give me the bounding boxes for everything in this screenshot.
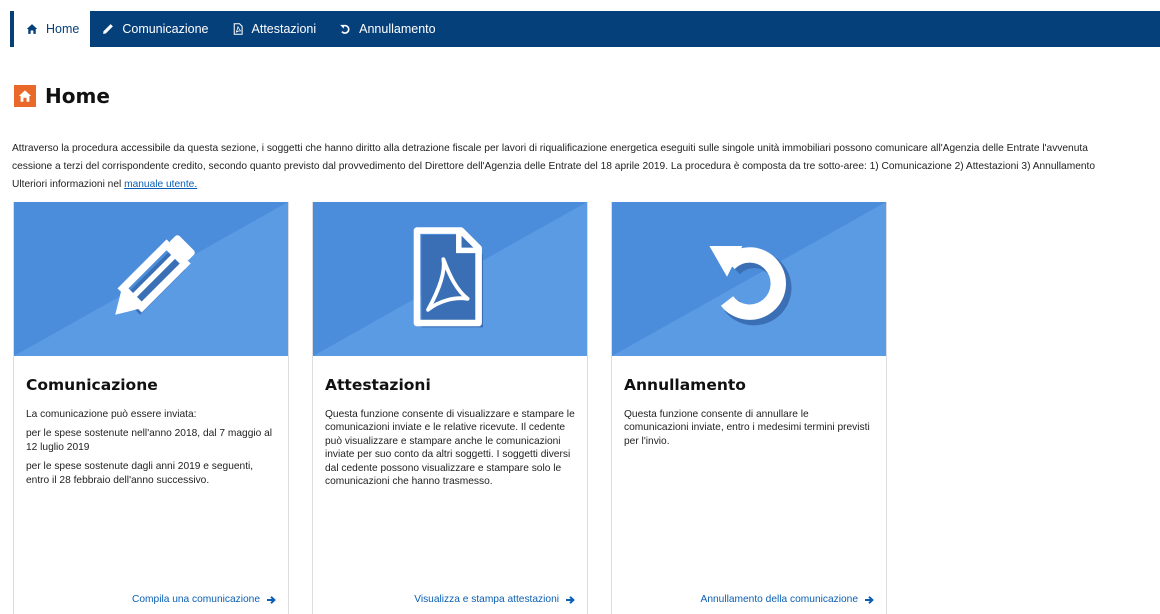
pdf-file-icon bbox=[231, 22, 245, 36]
card-title: Comunicazione bbox=[26, 376, 158, 394]
card-banner bbox=[14, 202, 288, 356]
arrow-right-icon bbox=[565, 595, 575, 605]
nav-item-label: Annullamento bbox=[359, 22, 436, 36]
card-annullamento: Annullamento Questa funzione consente di… bbox=[611, 202, 887, 614]
intro-line: cessione a terzi del corrispondente cred… bbox=[12, 160, 1096, 172]
card-paragraph: per le spese sostenute nell'anno 2018, d… bbox=[26, 428, 273, 453]
nav-item-label: Attestazioni bbox=[251, 22, 317, 36]
pencil-icon bbox=[115, 235, 195, 315]
card-title: Annullamento bbox=[624, 376, 746, 394]
arrow-right-icon bbox=[266, 595, 276, 605]
card-body: Questa funzione consente di annullare le… bbox=[612, 408, 886, 448]
nav-item-home[interactable]: Home bbox=[14, 11, 91, 47]
pdf-file-icon bbox=[413, 227, 483, 328]
page-title-text: Home bbox=[45, 84, 110, 108]
top-navbar: Home Comunicazione Attestazioni Annullam… bbox=[10, 11, 1160, 47]
compila-comunicazione-link[interactable]: Compila una comunicazione bbox=[132, 594, 276, 605]
card-comunicazione: Comunicazione La comunicazione può esser… bbox=[13, 202, 289, 614]
card-body: La comunicazione può essere inviata: per… bbox=[14, 408, 288, 487]
page-title: Home bbox=[14, 84, 110, 108]
nav-item-label: Home bbox=[46, 22, 80, 36]
more-info: Ulteriori informazioni nel manuale utent… bbox=[12, 179, 197, 190]
visualizza-attestazioni-link[interactable]: Visualizza e stampa attestazioni bbox=[414, 594, 575, 605]
card-paragraph: per le spese sostenute dagli anni 2019 e… bbox=[26, 461, 254, 486]
home-icon bbox=[14, 85, 36, 107]
undo-icon bbox=[338, 22, 352, 36]
manual-link[interactable]: manuale utente. bbox=[124, 179, 197, 190]
card-banner bbox=[313, 202, 587, 356]
intro-line: Attraverso la procedura accessibile da q… bbox=[12, 143, 1088, 154]
card-paragraph: La comunicazione può essere inviata: bbox=[26, 409, 197, 420]
nav-item-comunicazione[interactable]: Comunicazione bbox=[90, 11, 219, 47]
card-attestazioni: Attestazioni Questa funzione consente di… bbox=[312, 202, 588, 614]
more-info-prefix: Ulteriori informazioni nel bbox=[12, 179, 125, 190]
card-link-label: Compila una comunicazione bbox=[132, 594, 260, 605]
card-link-label: Visualizza e stampa attestazioni bbox=[414, 594, 559, 605]
card-title: Attestazioni bbox=[325, 376, 431, 394]
card-body: Questa funzione consente di visualizzare… bbox=[313, 408, 587, 488]
nav-item-attestazioni[interactable]: Attestazioni bbox=[220, 11, 328, 47]
card-paragraph: Questa funzione consente di visualizzare… bbox=[325, 409, 575, 488]
nav-item-annullamento[interactable]: Annullamento bbox=[327, 11, 446, 47]
nav-item-label: Comunicazione bbox=[122, 22, 209, 36]
card-link-label: Annullamento della comunicazione bbox=[700, 594, 858, 605]
intro-text: Attraverso la procedura accessibile da q… bbox=[12, 140, 1160, 175]
card-banner bbox=[612, 202, 886, 356]
pencil-icon bbox=[101, 22, 115, 36]
annullamento-comunicazione-link[interactable]: Annullamento della comunicazione bbox=[701, 594, 874, 605]
card-paragraph: Questa funzione consente di annullare le… bbox=[624, 409, 870, 447]
undo-icon bbox=[709, 246, 792, 326]
home-icon bbox=[25, 22, 39, 36]
arrow-right-icon bbox=[864, 595, 874, 605]
